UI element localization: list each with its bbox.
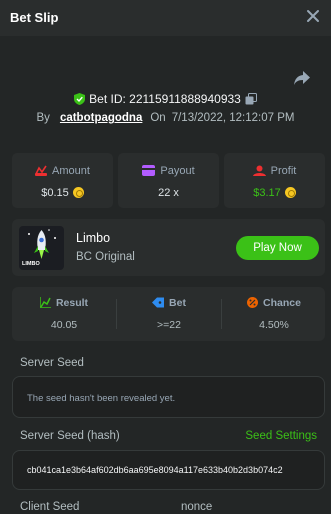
game-card: LIMBO Limbo BC Original Play Now xyxy=(12,219,325,276)
stat-amount-number: $0.15 xyxy=(41,187,69,199)
stat-profit-value: $3.17 xyxy=(224,187,325,199)
payout-icon xyxy=(142,165,156,176)
server-seed-field: The seed hasn't been revealed yet. xyxy=(12,376,325,418)
header-bar: Bet Slip xyxy=(0,0,331,36)
bet-id-row: Bet ID: 22115911888940933 xyxy=(0,92,331,106)
bet-datetime: 7/13/2022, 12:12:07 PM xyxy=(171,112,295,124)
by-label: By xyxy=(36,112,50,124)
server-seed-label: Server Seed xyxy=(20,357,84,369)
game-name: Limbo xyxy=(76,231,111,245)
username-link[interactable]: catbotpagodna xyxy=(60,112,142,124)
result-col: Result 40.05 xyxy=(12,287,116,341)
on-label: On xyxy=(150,112,166,124)
close-icon[interactable] xyxy=(303,6,323,26)
share-icon[interactable] xyxy=(293,70,311,86)
bet-id-value: 22115911888940933 xyxy=(129,92,241,106)
stat-payout-text: Payout xyxy=(160,165,195,177)
stat-amount-text: Amount xyxy=(52,165,90,177)
bet-label-text: Bet xyxy=(169,297,186,309)
chance-col: Chance 4.50% xyxy=(222,287,326,341)
result-icon xyxy=(39,297,51,308)
by-row: By catbotpagodna On 7/13/2022, 12:12:07 PM xyxy=(0,112,331,124)
coin-icon xyxy=(284,187,296,198)
stat-amount: Amount $0.15 xyxy=(12,153,113,208)
profit-icon xyxy=(252,165,266,176)
result-value: 40.05 xyxy=(50,319,78,331)
shield-check-icon xyxy=(74,93,86,105)
seed-settings-link[interactable]: Seed Settings xyxy=(245,430,317,442)
result-card: Result 40.05 Bet >=22 Chance 4.50% xyxy=(12,287,325,341)
bet-label: Bet xyxy=(117,297,221,309)
game-provider: BC Original xyxy=(76,251,135,263)
stat-profit: Profit $3.17 xyxy=(224,153,325,208)
chance-label: Chance xyxy=(222,297,326,309)
play-now-button[interactable]: Play Now xyxy=(236,236,319,260)
result-label-text: Result xyxy=(55,297,89,309)
stat-profit-label: Profit xyxy=(224,165,325,177)
stat-amount-label: Amount xyxy=(12,165,113,177)
stat-profit-text: Profit xyxy=(270,165,297,177)
server-hash-field[interactable]: cb041ca1e3b64af602db6aa695e8094a117e633b… xyxy=(12,450,325,490)
chance-icon xyxy=(247,297,259,308)
bet-col: Bet >=22 xyxy=(117,287,221,341)
bet-id-label: Bet ID: xyxy=(89,92,126,106)
bet-tag-icon xyxy=(152,297,165,308)
server-hash-label: Server Seed (hash) xyxy=(20,430,120,442)
stat-payout-label: Payout xyxy=(118,165,219,177)
stat-profit-number: $3.17 xyxy=(253,187,281,199)
stat-payout: Payout 22 x xyxy=(118,153,219,208)
server-hash-value: cb041ca1e3b64af602db6aa695e8094a117e633b… xyxy=(27,465,283,475)
amount-icon xyxy=(35,165,48,176)
client-seed-label: Client Seed xyxy=(20,501,80,513)
nonce-label: nonce xyxy=(181,501,213,513)
stat-payout-value: 22 x xyxy=(158,187,179,199)
bet-value: >=22 xyxy=(157,319,181,331)
game-thumbnail[interactable]: LIMBO xyxy=(19,226,64,270)
server-seed-placeholder: The seed hasn't been revealed yet. xyxy=(27,393,176,404)
chance-value: 4.50% xyxy=(259,319,289,331)
stat-amount-value: $0.15 xyxy=(12,187,113,199)
copy-icon[interactable] xyxy=(245,93,257,105)
coin-icon xyxy=(72,187,84,198)
chance-label-text: Chance xyxy=(263,297,301,309)
page-title: Bet Slip xyxy=(10,10,59,25)
game-thumb-title: LIMBO xyxy=(22,261,40,267)
result-label: Result xyxy=(12,297,116,309)
